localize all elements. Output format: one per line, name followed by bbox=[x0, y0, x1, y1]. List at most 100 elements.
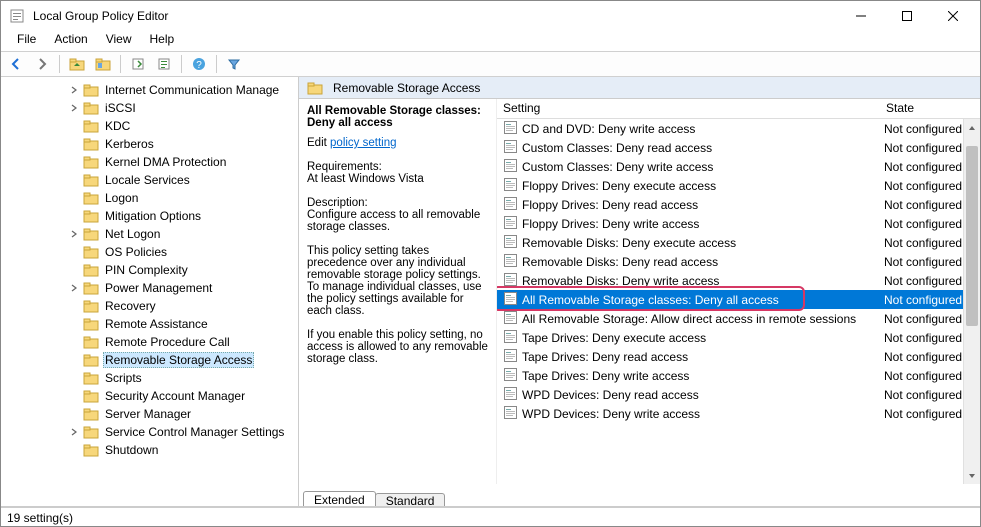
policy-icon bbox=[503, 291, 518, 309]
setting-row[interactable]: Floppy Drives: Deny read accessNot confi… bbox=[497, 195, 980, 214]
tree-item[interactable]: Removable Storage Access bbox=[1, 351, 298, 369]
tree-item[interactable]: Power Management bbox=[1, 279, 298, 297]
tree-item[interactable]: KDC bbox=[1, 117, 298, 135]
tree-item[interactable]: Internet Communication Manage bbox=[1, 81, 298, 99]
tree-item[interactable]: Mitigation Options bbox=[1, 207, 298, 225]
column-state[interactable]: State bbox=[880, 99, 980, 118]
tree-item[interactable]: Recovery bbox=[1, 297, 298, 315]
menu-help[interactable]: Help bbox=[142, 31, 183, 51]
edit-link[interactable]: policy setting bbox=[330, 137, 396, 149]
tree-item[interactable]: OS Policies bbox=[1, 243, 298, 261]
tree-item[interactable]: Server Manager bbox=[1, 405, 298, 423]
expand-icon[interactable] bbox=[65, 230, 83, 238]
tree-item[interactable]: Remote Assistance bbox=[1, 315, 298, 333]
menu-action[interactable]: Action bbox=[46, 31, 95, 51]
setting-row[interactable]: Tape Drives: Deny write accessNot config… bbox=[497, 366, 980, 385]
tree-item[interactable]: Shutdown bbox=[1, 441, 298, 459]
setting-name: Custom Classes: Deny write access bbox=[522, 160, 713, 174]
tree-item-label: iSCSI bbox=[103, 101, 138, 115]
setting-row[interactable]: WPD Devices: Deny write accessNot config… bbox=[497, 404, 980, 423]
scroll-track[interactable] bbox=[964, 136, 980, 467]
tree-item[interactable]: Locale Services bbox=[1, 171, 298, 189]
policy-icon bbox=[503, 196, 518, 214]
toolbar-separator bbox=[59, 55, 60, 73]
description-body-2: If you enable this policy setting, no ac… bbox=[307, 329, 488, 365]
refresh-icon[interactable] bbox=[153, 53, 175, 75]
description-label: Description: bbox=[307, 197, 488, 209]
menu-view[interactable]: View bbox=[98, 31, 140, 51]
setting-row[interactable]: WPD Devices: Deny read accessNot configu… bbox=[497, 385, 980, 404]
filter-icon[interactable] bbox=[223, 53, 245, 75]
minimize-button[interactable] bbox=[838, 1, 884, 31]
setting-name: Tape Drives: Deny execute access bbox=[522, 331, 706, 345]
column-setting[interactable]: Setting bbox=[497, 99, 880, 118]
show-hide-tree-icon[interactable] bbox=[92, 53, 114, 75]
setting-row[interactable]: Tape Drives: Deny execute accessNot conf… bbox=[497, 328, 980, 347]
app-icon bbox=[9, 8, 25, 24]
tree-item-label: Removable Storage Access bbox=[103, 352, 254, 368]
setting-row[interactable]: All Removable Storage: Allow direct acce… bbox=[497, 309, 980, 328]
setting-row[interactable]: Custom Classes: Deny read accessNot conf… bbox=[497, 138, 980, 157]
right-body: All Removable Storage classes: Deny all … bbox=[299, 99, 980, 484]
list-body[interactable]: CD and DVD: Deny write accessNot configu… bbox=[497, 119, 980, 484]
tree-item-label: Recovery bbox=[103, 299, 158, 313]
tab-standard[interactable]: Standard bbox=[375, 493, 446, 506]
tree-item-label: Internet Communication Manage bbox=[103, 83, 281, 97]
setting-row[interactable]: CD and DVD: Deny write accessNot configu… bbox=[497, 119, 980, 138]
scroll-thumb[interactable] bbox=[966, 146, 978, 326]
setting-row[interactable]: All Removable Storage classes: Deny all … bbox=[497, 290, 980, 309]
expand-icon[interactable] bbox=[65, 104, 83, 112]
tree-item[interactable]: Kerberos bbox=[1, 135, 298, 153]
tab-extended[interactable]: Extended bbox=[303, 491, 376, 506]
tree-item[interactable]: Net Logon bbox=[1, 225, 298, 243]
folder-icon bbox=[83, 426, 99, 439]
folder-icon bbox=[83, 120, 99, 133]
setting-row[interactable]: Removable Disks: Deny read accessNot con… bbox=[497, 252, 980, 271]
policy-icon bbox=[503, 158, 518, 176]
scroll-up-icon[interactable] bbox=[964, 119, 980, 136]
folder-icon bbox=[83, 300, 99, 313]
tree-item-label: Scripts bbox=[103, 371, 144, 385]
expand-icon[interactable] bbox=[65, 284, 83, 292]
setting-row[interactable]: Floppy Drives: Deny write accessNot conf… bbox=[497, 214, 980, 233]
tree-item[interactable]: Service Control Manager Settings bbox=[1, 423, 298, 441]
folder-icon bbox=[83, 318, 99, 331]
close-button[interactable] bbox=[930, 1, 976, 31]
tree[interactable]: Internet Communication ManageiSCSIKDCKer… bbox=[1, 77, 298, 506]
tabs: Extended Standard bbox=[299, 484, 980, 506]
setting-row[interactable]: Custom Classes: Deny write accessNot con… bbox=[497, 157, 980, 176]
forward-button[interactable] bbox=[31, 53, 53, 75]
tree-item-label: Server Manager bbox=[103, 407, 193, 421]
tree-item[interactable]: Logon bbox=[1, 189, 298, 207]
tree-item-label: PIN Complexity bbox=[103, 263, 190, 277]
edit-label: Edit bbox=[307, 137, 327, 149]
setting-row[interactable]: Floppy Drives: Deny execute accessNot co… bbox=[497, 176, 980, 195]
setting-row[interactable]: Removable Disks: Deny execute accessNot … bbox=[497, 233, 980, 252]
expand-icon[interactable] bbox=[65, 428, 83, 436]
back-button[interactable] bbox=[5, 53, 27, 75]
setting-row[interactable]: Tape Drives: Deny read accessNot configu… bbox=[497, 347, 980, 366]
tree-item[interactable]: Remote Procedure Call bbox=[1, 333, 298, 351]
list-pane: Setting State CD and DVD: Deny write acc… bbox=[497, 99, 980, 484]
tree-item[interactable]: PIN Complexity bbox=[1, 261, 298, 279]
tree-item[interactable]: iSCSI bbox=[1, 99, 298, 117]
help-icon[interactable]: ? bbox=[188, 53, 210, 75]
scrollbar[interactable] bbox=[963, 119, 980, 484]
scroll-down-icon[interactable] bbox=[964, 467, 980, 484]
tree-item-label: Mitigation Options bbox=[103, 209, 203, 223]
folder-icon bbox=[307, 81, 323, 95]
maximize-button[interactable] bbox=[884, 1, 930, 31]
folder-icon bbox=[83, 336, 99, 349]
tree-item-label: Power Management bbox=[103, 281, 214, 295]
tree-item[interactable]: Security Account Manager bbox=[1, 387, 298, 405]
titlebar: Local Group Policy Editor bbox=[1, 1, 980, 31]
expand-icon[interactable] bbox=[65, 86, 83, 94]
folder-icon bbox=[83, 390, 99, 403]
setting-row[interactable]: Removable Disks: Deny write accessNot co… bbox=[497, 271, 980, 290]
tree-item[interactable]: Scripts bbox=[1, 369, 298, 387]
policy-icon bbox=[503, 367, 518, 385]
menu-file[interactable]: File bbox=[9, 31, 44, 51]
export-icon[interactable] bbox=[127, 53, 149, 75]
tree-item[interactable]: Kernel DMA Protection bbox=[1, 153, 298, 171]
up-icon[interactable] bbox=[66, 53, 88, 75]
